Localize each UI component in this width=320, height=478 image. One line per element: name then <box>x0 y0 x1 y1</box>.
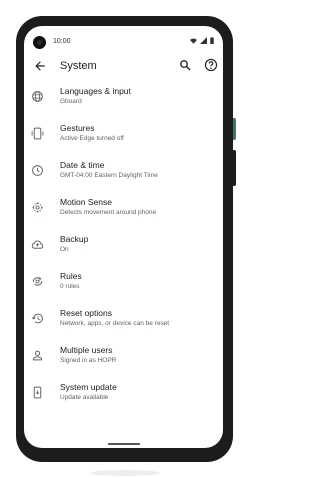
system-update-icon <box>33 386 42 399</box>
settings-item-backup[interactable]: Backup On <box>24 231 223 263</box>
settings-item-label: Reset options <box>60 308 112 318</box>
settings-item-summary: GMT-04:00 Eastern Daylight Time <box>60 172 158 179</box>
cloud-upload-icon <box>31 240 44 249</box>
page-title: System <box>60 60 97 72</box>
home-indicator[interactable] <box>108 443 140 445</box>
settings-item-summary: Active Edge turned off <box>60 135 124 142</box>
settings-item-label: Backup <box>60 234 89 244</box>
settings-item-summary: Detects movement around phone <box>60 209 157 216</box>
settings-item-date-time[interactable]: Date & time GMT-04:00 Eastern Daylight T… <box>24 157 223 189</box>
phone-shadow <box>90 470 160 476</box>
status-icons <box>190 37 214 44</box>
help-icon[interactable] <box>204 58 218 72</box>
back-arrow-icon[interactable] <box>33 59 47 73</box>
signal-icon <box>200 37 207 44</box>
toolbar: System <box>24 54 223 80</box>
person-icon <box>32 350 43 361</box>
settings-item-rules[interactable]: Rules 0 rules <box>24 268 223 300</box>
volume-button <box>233 150 236 186</box>
settings-item-multiple-users[interactable]: Multiple users Signed in as HOPR <box>24 342 223 374</box>
wifi-icon <box>190 38 197 44</box>
rules-icon <box>32 277 43 286</box>
settings-item-summary: On <box>60 246 69 253</box>
search-icon[interactable] <box>179 59 191 71</box>
phone-gesture-icon <box>31 127 44 140</box>
status-time: 10:00 <box>53 38 71 45</box>
settings-item-gestures[interactable]: Gestures Active Edge turned off <box>24 120 223 152</box>
settings-item-languages[interactable]: Languages & input Gboard <box>24 83 223 115</box>
battery-icon <box>210 37 214 44</box>
motion-sense-icon <box>32 202 43 213</box>
history-icon <box>31 313 43 324</box>
power-button <box>233 118 236 140</box>
settings-item-label: Languages & input <box>60 86 131 96</box>
screen: 10:00 System Languages & input Gboard Ge… <box>24 26 223 448</box>
clock-icon <box>32 165 43 176</box>
settings-item-label: System update <box>60 382 117 392</box>
settings-item-summary: Update available <box>60 394 109 401</box>
settings-item-label: Rules <box>60 271 82 281</box>
settings-item-system-update[interactable]: System update Update available <box>24 379 223 411</box>
settings-item-summary: 0 rules <box>60 283 80 290</box>
camera-hole <box>33 36 46 49</box>
settings-item-summary: Network, apps, or device can be reset <box>60 320 170 327</box>
settings-item-motion-sense[interactable]: Motion Sense Detects movement around pho… <box>24 194 223 226</box>
settings-item-label: Date & time <box>60 160 105 170</box>
settings-item-label: Gestures <box>60 123 95 133</box>
status-bar: 10:00 <box>24 26 223 56</box>
settings-item-summary: Signed in as HOPR <box>60 357 117 364</box>
settings-item-reset-options[interactable]: Reset options Network, apps, or device c… <box>24 305 223 337</box>
settings-item-label: Motion Sense <box>60 197 112 207</box>
globe-icon <box>32 91 43 102</box>
settings-item-label: Multiple users <box>60 345 113 355</box>
settings-item-summary: Gboard <box>60 98 82 105</box>
